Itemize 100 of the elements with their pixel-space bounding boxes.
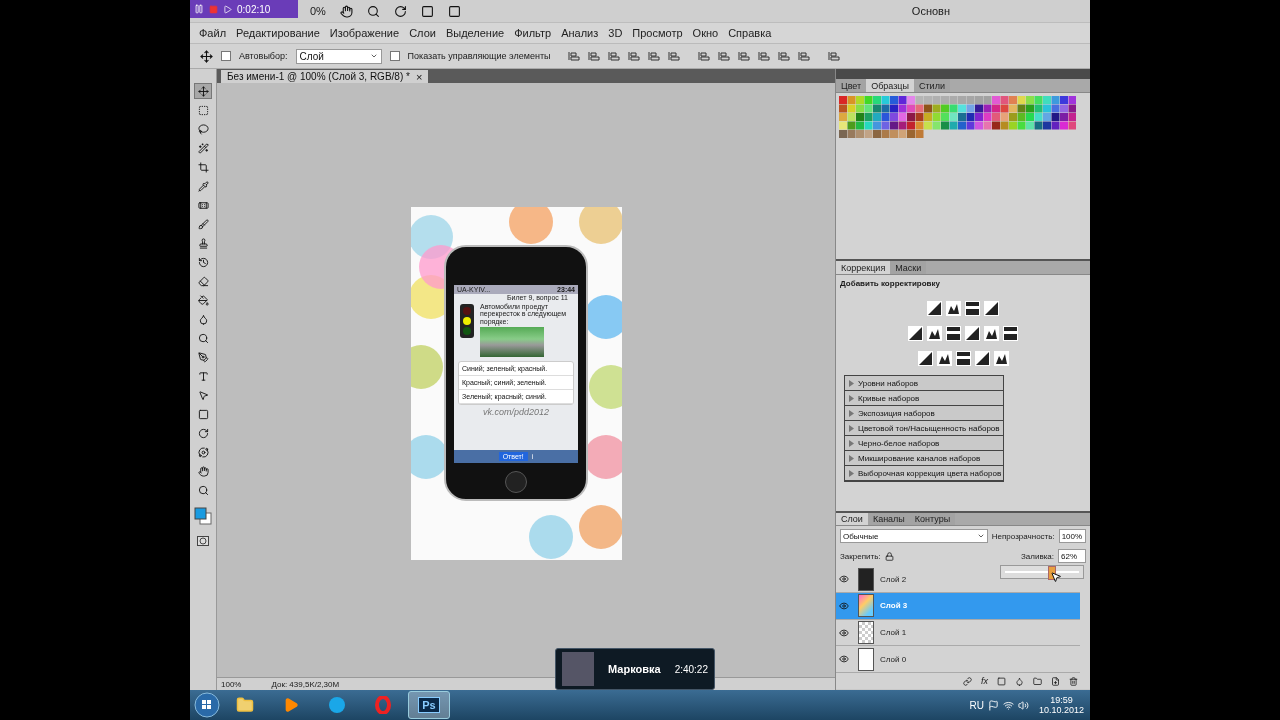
volume-icon[interactable]	[1017, 699, 1029, 711]
align-icon[interactable]	[698, 51, 711, 61]
visibility-eye-icon[interactable]	[839, 627, 849, 638]
adjustment-icon[interactable]	[984, 326, 999, 341]
color-swatches-drawing[interactable]	[839, 96, 1076, 140]
show-controls-checkbox[interactable]	[389, 51, 400, 61]
start-button[interactable]	[194, 692, 220, 718]
quick-mask-icon[interactable]	[197, 536, 209, 546]
panel-tab[interactable]: Коррекция	[836, 261, 891, 274]
adjustment-icon[interactable]	[965, 326, 980, 341]
align-icon[interactable]	[628, 51, 641, 61]
rotate-view-icon[interactable]	[393, 4, 407, 18]
adjustment-icon[interactable]	[927, 326, 942, 341]
menu-item[interactable]: Файл	[194, 27, 232, 39]
panel-tab[interactable]: Стили	[914, 79, 950, 92]
panel-tab[interactable]: Слои	[836, 513, 868, 526]
preset-item[interactable]: Уровни наборов	[845, 376, 1003, 391]
align-icon[interactable]	[668, 51, 681, 61]
menu-item[interactable]: Просмотр	[627, 27, 688, 39]
align-icon[interactable]	[588, 51, 601, 61]
panel-tab[interactable]: Образцы	[866, 79, 914, 92]
flag-icon[interactable]	[987, 699, 999, 711]
menu-item[interactable]: Выделение	[440, 27, 510, 39]
menu-item[interactable]: Редактирование	[231, 27, 325, 39]
auto-select-dropdown[interactable]: Слой	[295, 48, 382, 64]
document-tab[interactable]: Без имени-1 @ 100% (Слой 3, RGB/8) * ×	[221, 70, 429, 83]
workspace-label[interactable]: Основн	[911, 5, 950, 17]
panel-tab[interactable]: Маски	[890, 261, 927, 274]
fill-slider[interactable]	[1000, 565, 1084, 579]
blend-mode-dropdown[interactable]: Обычные	[840, 529, 988, 544]
color-swatches-icon[interactable]	[194, 507, 212, 525]
delete-icon[interactable]	[1069, 676, 1078, 686]
panel-tab[interactable]: Контуры	[909, 513, 956, 526]
adjustment-icon[interactable]	[917, 351, 933, 366]
panel-tab[interactable]: Цвет	[836, 79, 867, 92]
move-tool-icon[interactable]	[200, 49, 213, 63]
menu-item[interactable]: Фильтр	[509, 27, 557, 39]
adjustment-icon[interactable]	[965, 301, 980, 316]
visibility-eye-icon[interactable]	[839, 654, 849, 665]
screen-mode-icon[interactable]	[447, 4, 461, 18]
preset-item[interactable]: Микширование каналов наборов	[845, 451, 1003, 466]
fx-button[interactable]: fx	[981, 676, 988, 686]
visibility-eye-icon[interactable]	[839, 600, 849, 611]
menu-item[interactable]: 3D	[603, 27, 628, 39]
visibility-eye-icon[interactable]	[839, 574, 849, 585]
status-zoom[interactable]: 100%	[221, 679, 242, 689]
preset-item[interactable]: Цветовой тон/Насыщенность наборов	[845, 421, 1003, 436]
align-icon[interactable]	[718, 51, 731, 61]
menu-item[interactable]: Справка	[723, 27, 777, 39]
adjustment-icon[interactable]	[1003, 326, 1018, 341]
align-icon[interactable]	[758, 51, 771, 61]
align-icon[interactable]	[798, 51, 811, 61]
link-icon[interactable]	[963, 676, 972, 686]
menu-item[interactable]: Слои	[404, 27, 441, 39]
adjustment-icon[interactable]	[908, 326, 923, 341]
adjustment-icon[interactable]	[946, 326, 961, 341]
adjustment-icon[interactable]	[984, 301, 999, 316]
layer-row[interactable]: Слой 1	[836, 619, 1080, 647]
close-tab-button[interactable]: ×	[415, 70, 423, 83]
new-layer-icon[interactable]	[1051, 676, 1060, 686]
clock[interactable]: 19:59 10.10.2012	[1032, 695, 1090, 715]
adjustment-icon[interactable]	[974, 351, 990, 366]
menu-item[interactable]: Окно	[687, 27, 724, 39]
adjustment-layer-icon[interactable]	[1015, 676, 1024, 686]
network-icon[interactable]	[1002, 699, 1014, 711]
auto-select-checkbox[interactable]	[221, 51, 231, 61]
preset-item[interactable]: Кривые наборов	[845, 391, 1003, 406]
preset-item[interactable]: Выборочная коррекция цвета наборов	[845, 466, 1003, 481]
play-icon[interactable]	[223, 4, 232, 14]
fill-field[interactable]: 62%	[1058, 549, 1086, 564]
lock-icon[interactable]	[884, 551, 894, 561]
adjustment-icon[interactable]	[927, 301, 942, 316]
preset-item[interactable]: Черно-белое наборов	[845, 436, 1003, 451]
align-icon[interactable]	[648, 51, 661, 61]
language-indicator[interactable]: RU	[969, 699, 984, 711]
align-icon[interactable]	[828, 51, 841, 61]
opacity-field[interactable]: 100%	[1058, 529, 1086, 544]
mask-icon[interactable]	[997, 676, 1006, 686]
preset-item[interactable]: Экспозиция наборов	[845, 406, 1003, 421]
move-tool-icon[interactable]	[194, 83, 212, 99]
arrange-documents-icon[interactable]	[420, 4, 434, 18]
menu-item[interactable]: Анализ	[556, 27, 604, 39]
zoom-icon[interactable]	[366, 4, 380, 18]
pause-icon[interactable]	[194, 4, 204, 14]
hand-tool-icon[interactable]	[339, 4, 353, 18]
adjustment-icon[interactable]	[955, 351, 971, 366]
layer-row[interactable]: Слой 0	[836, 646, 1080, 673]
align-icon[interactable]	[778, 51, 791, 61]
group-icon[interactable]	[1033, 676, 1042, 686]
panel-tab[interactable]: Каналы	[867, 513, 910, 526]
adjustment-icon[interactable]	[946, 301, 961, 316]
align-icon[interactable]	[738, 51, 751, 61]
align-icon[interactable]	[568, 51, 581, 61]
zoom-level[interactable]: 0%	[310, 5, 326, 17]
adjustment-icon[interactable]	[936, 351, 952, 366]
photoshop-taskbar-button[interactable]: Ps	[408, 691, 450, 719]
adjustment-icon[interactable]	[993, 351, 1009, 366]
align-icon[interactable]	[608, 51, 621, 61]
fill-label: Заливка:	[1021, 551, 1054, 561]
menu-item[interactable]: Изображение	[324, 27, 405, 39]
